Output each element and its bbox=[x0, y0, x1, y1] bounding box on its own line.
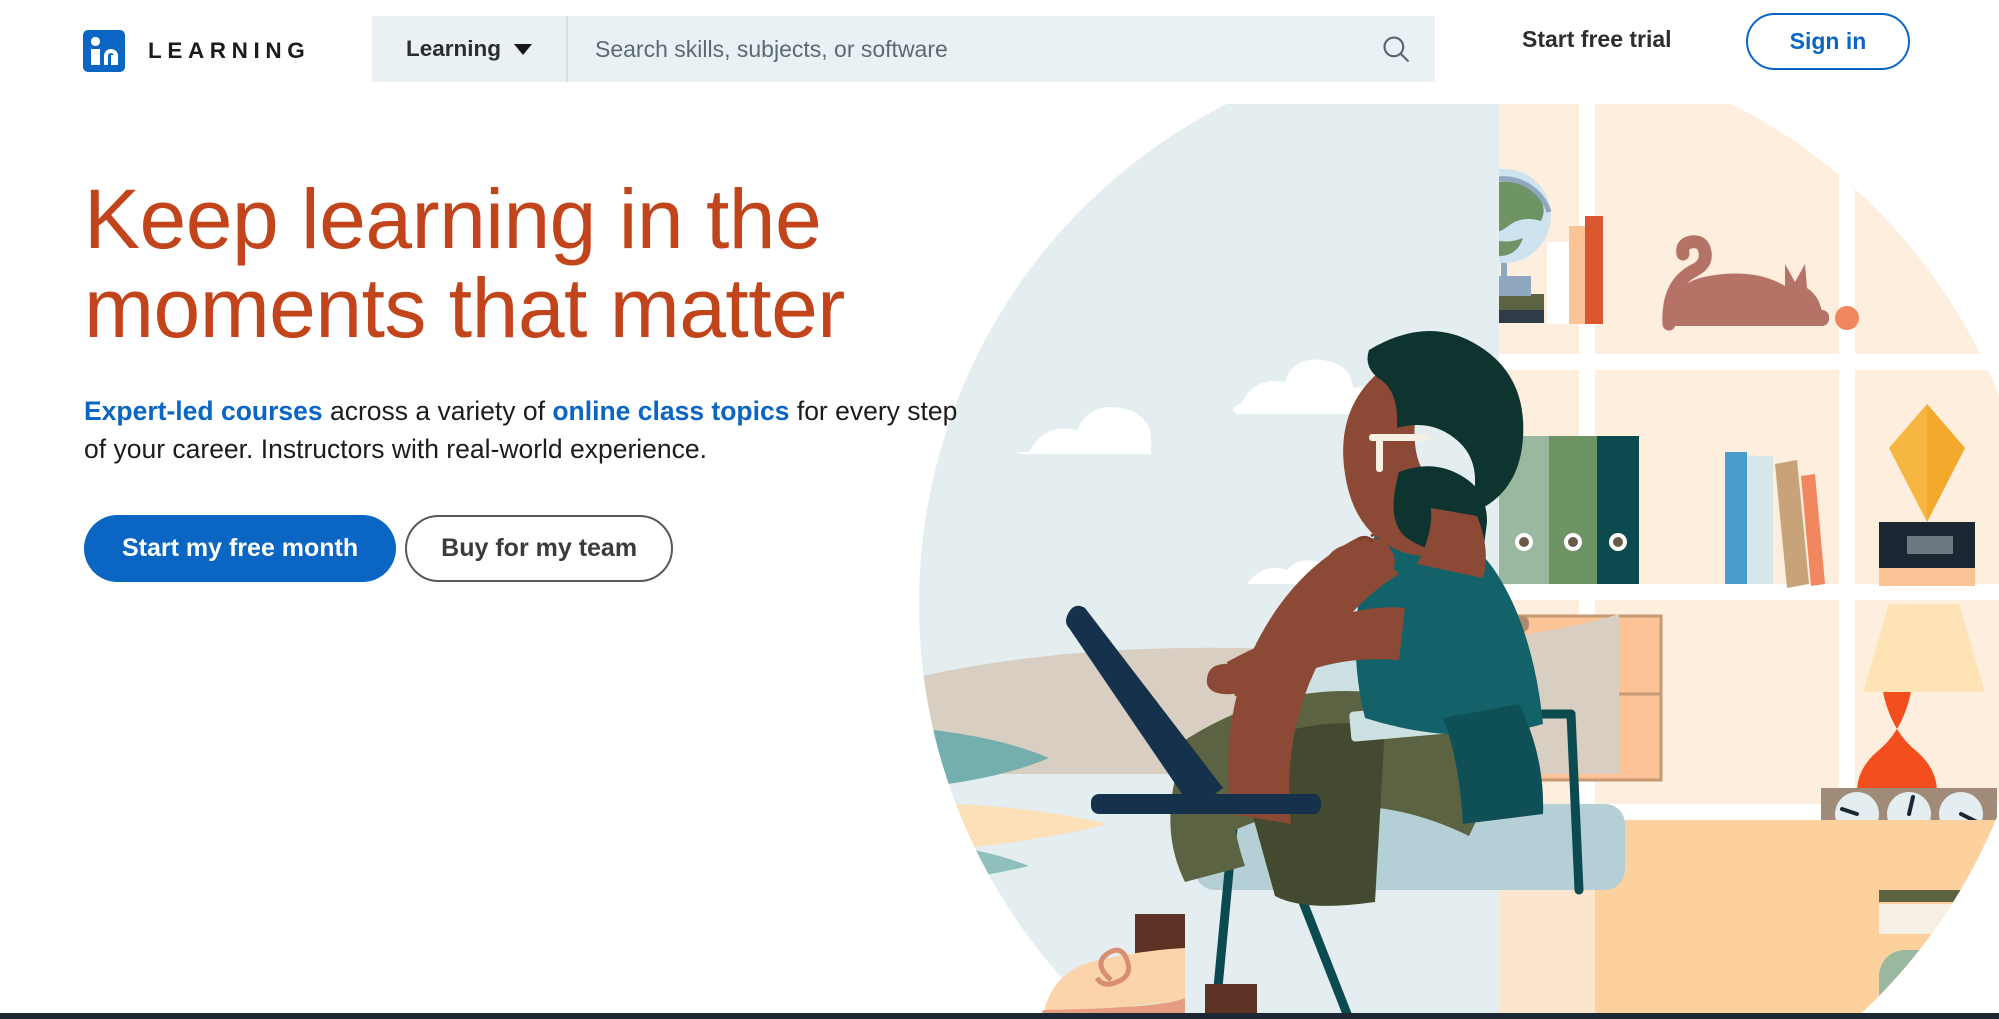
search-submit-button[interactable] bbox=[1357, 16, 1435, 82]
buy-for-my-team-button[interactable]: Buy for my team bbox=[405, 515, 674, 583]
hero-copy: Keep learning in the moments that matter… bbox=[84, 172, 1004, 583]
hero-illustration bbox=[879, 104, 1999, 1019]
brand-wordmark: LEARNING bbox=[148, 38, 311, 63]
cabinet-object bbox=[1879, 950, 1999, 1019]
vertical-select-label: Learning bbox=[405, 36, 501, 61]
online-class-topics-link[interactable]: online class topics bbox=[552, 396, 789, 426]
book bbox=[1585, 216, 1603, 324]
start-free-trial-link[interactable]: Start free trial bbox=[1522, 25, 1672, 53]
brand-lockup[interactable]: LEARNING bbox=[83, 25, 310, 77]
sign-in-button[interactable]: Sign in bbox=[1746, 13, 1910, 70]
page-bottom-rule bbox=[0, 1013, 1999, 1019]
search-icon bbox=[1383, 36, 1409, 62]
search-bar: Learning bbox=[372, 16, 1435, 82]
linkedin-logo-icon bbox=[83, 30, 125, 72]
chevron-down-icon bbox=[514, 43, 532, 55]
expert-led-courses-link[interactable]: Expert-led courses bbox=[84, 396, 323, 426]
global-header: LEARNING Learning Start free trial Sign … bbox=[0, 0, 1999, 104]
vertical-select-learning[interactable]: Learning bbox=[372, 16, 568, 82]
subhead-text-1: across a variety of bbox=[322, 396, 553, 427]
start-my-free-month-button[interactable]: Start my free month bbox=[84, 515, 397, 583]
hero-cta-row: Start my free month Buy for my team bbox=[84, 515, 1004, 583]
page-title: Keep learning in the moments that matter bbox=[84, 172, 845, 356]
ring-binders bbox=[1499, 436, 1639, 584]
search-input[interactable] bbox=[568, 16, 1357, 82]
book bbox=[1547, 242, 1569, 324]
book bbox=[1569, 226, 1585, 324]
linkedin-learning-landing-page: LEARNING Learning Start free trial Sign … bbox=[0, 0, 1999, 1019]
illustration-canvas bbox=[919, 104, 1999, 1019]
stacked-books bbox=[1879, 890, 1999, 902]
stacked-books bbox=[1879, 904, 1999, 934]
hero-subheading: Expert-led courses across a variety of o… bbox=[84, 393, 984, 468]
